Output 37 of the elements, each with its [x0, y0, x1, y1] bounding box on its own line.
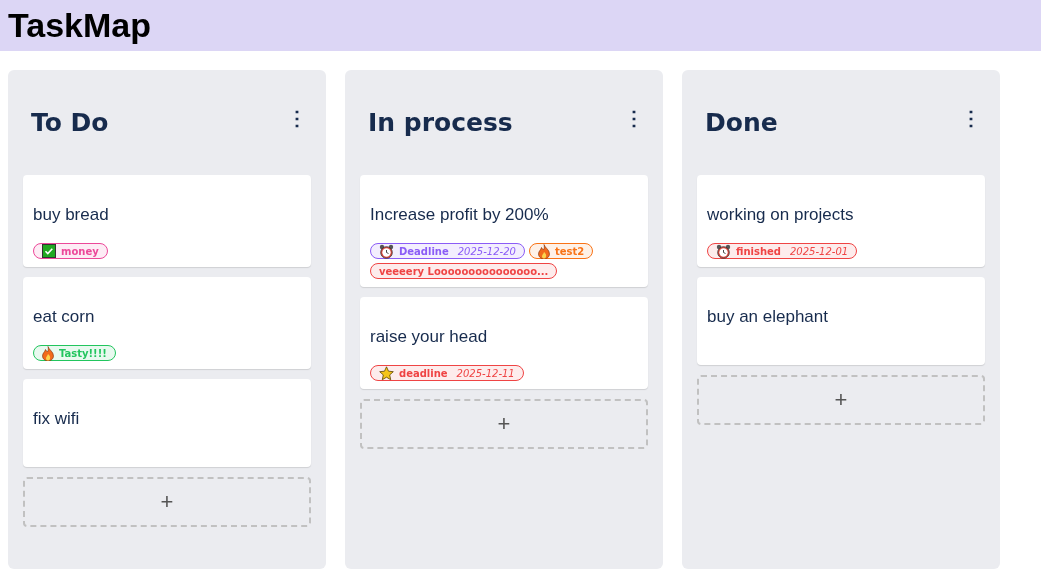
- tag-badge: finished 2025-12-01: [707, 243, 858, 259]
- star-icon: [379, 365, 394, 381]
- add-card-button[interactable]: +: [23, 477, 311, 527]
- task-card[interactable]: raise your head deadline 2025-12-11: [360, 297, 648, 389]
- task-title: raise your head: [370, 327, 489, 347]
- tag-badge: deadline 2025-12-11: [370, 365, 524, 381]
- task-title: buy an elephant: [707, 307, 829, 327]
- task-card[interactable]: buy bread money: [23, 175, 311, 267]
- flame-icon: [537, 243, 550, 259]
- menu-button[interactable]: ⋮: [620, 105, 648, 130]
- task-card[interactable]: buy an elephant: [697, 277, 985, 365]
- app-title: TaskMap: [8, 6, 151, 45]
- task-card[interactable]: eat corn Tasty!!!!: [23, 277, 311, 369]
- tag-badge: veeeery Looooooooooooooo...: [370, 263, 558, 279]
- column-title: In process: [367, 108, 513, 137]
- tag-badge: Tasty!!!!: [33, 345, 116, 361]
- menu-button[interactable]: ⋮: [957, 105, 985, 130]
- flame-icon: [42, 345, 54, 361]
- task-title: Increase profit by 200%: [370, 205, 550, 225]
- checkmark-icon: [42, 244, 56, 258]
- alarm-clock-icon: [379, 243, 394, 259]
- task-title: working on projects: [707, 205, 855, 225]
- task-card[interactable]: working on projects finished 2025-12-01: [697, 175, 985, 267]
- task-card[interactable]: Increase profit by 200% Deadline 2025-12-20 test2 veeeery Looooooooooooooo...: [360, 175, 648, 287]
- column-title: Done: [704, 108, 778, 137]
- task-title: fix wifi: [33, 409, 81, 429]
- task-title: eat corn: [33, 307, 96, 327]
- column-title: To Do: [30, 108, 109, 137]
- alarm-clock-icon: [716, 243, 731, 259]
- menu-button[interactable]: ⋮: [283, 105, 311, 130]
- add-card-button[interactable]: +: [697, 375, 985, 425]
- add-card-button[interactable]: +: [360, 399, 648, 449]
- tag-badge: Deadline 2025-12-20: [370, 243, 525, 259]
- task-card[interactable]: fix wifi: [23, 379, 311, 467]
- tag-badge: money: [33, 243, 108, 259]
- task-title: buy bread: [33, 205, 110, 225]
- tag-badge: test2: [528, 243, 594, 259]
